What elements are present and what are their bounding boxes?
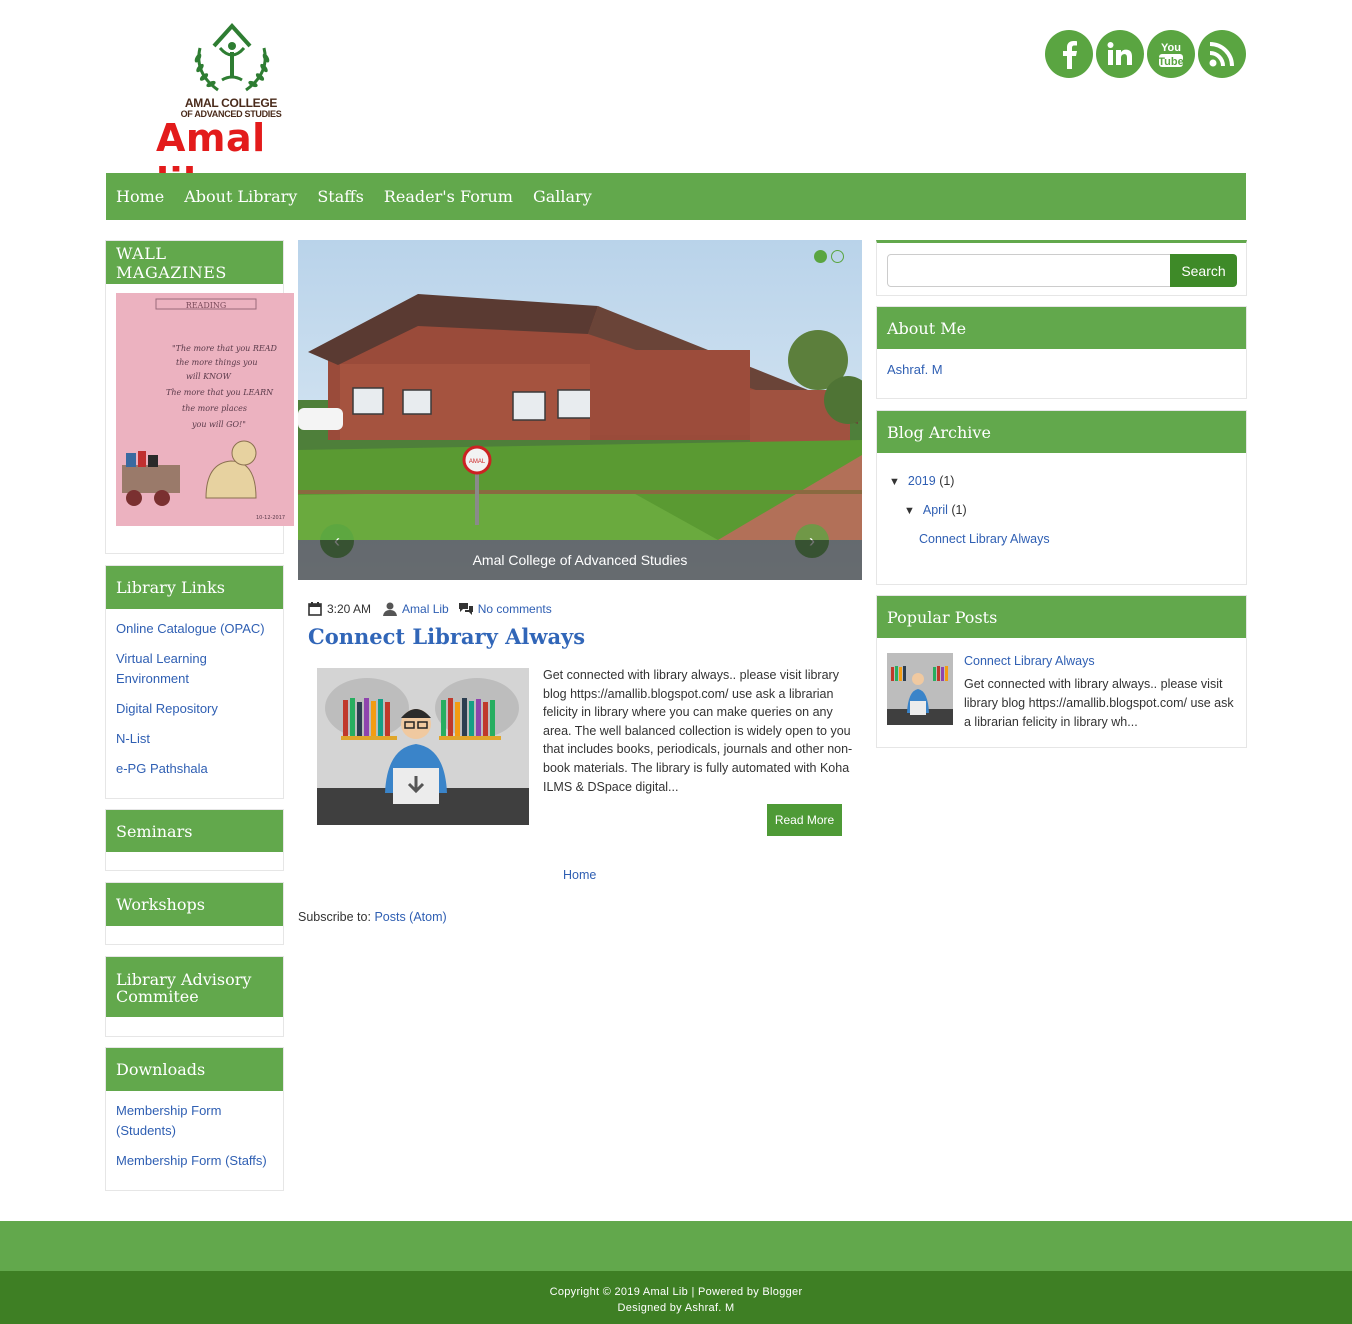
archive-month-link[interactable]: April bbox=[923, 503, 948, 517]
collapse-toggle-icon[interactable]: ▼ bbox=[904, 505, 915, 517]
social-links: You Tube bbox=[1045, 30, 1246, 78]
library-illustration bbox=[887, 653, 953, 725]
svg-text:You: You bbox=[1161, 42, 1181, 54]
svg-text:Tube: Tube bbox=[1158, 56, 1183, 68]
archive-year-row: ▼ 2019 (1) bbox=[889, 467, 1234, 496]
widget-title: Library Advisory Commitee bbox=[106, 957, 283, 1017]
subscribe-line: Subscribe to: Posts (Atom) bbox=[298, 910, 447, 924]
archive-month-row: ▼ April (1) bbox=[889, 496, 1234, 525]
nav-home[interactable]: Home bbox=[116, 187, 164, 206]
downloads-widget: Downloads Membership Form (Students) Mem… bbox=[105, 1047, 284, 1191]
popular-posts-widget: Popular Posts Connect Library Always Get… bbox=[876, 595, 1247, 748]
nav-gallary[interactable]: Gallary bbox=[533, 187, 592, 206]
widget-title: Blog Archive bbox=[877, 411, 1246, 453]
footer-designer: Designed by Ashraf. M bbox=[617, 1302, 735, 1314]
signboard-text: AMAL bbox=[469, 459, 486, 465]
popular-post-thumbnail[interactable] bbox=[887, 653, 953, 725]
about-me-widget: About Me Ashraf. M bbox=[876, 306, 1247, 399]
rss-button[interactable] bbox=[1198, 30, 1246, 78]
library-links-widget: Library Links Online Catalogue (OPAC) Vi… bbox=[105, 565, 284, 799]
archive-year-link[interactable]: 2019 bbox=[908, 474, 936, 488]
facebook-button[interactable] bbox=[1045, 30, 1093, 78]
poster-illustration: READING "The more that you READ the more… bbox=[116, 293, 294, 526]
slider-caption: Amal College of Advanced Studies bbox=[298, 540, 862, 580]
comments-icon bbox=[458, 603, 473, 615]
poster-line: the more places bbox=[182, 404, 247, 413]
college-building-photo: AMAL bbox=[298, 240, 862, 580]
slider-dots bbox=[814, 250, 844, 263]
library-illustration bbox=[317, 668, 529, 825]
main-nav: Home About Library Staffs Reader's Forum… bbox=[106, 173, 1246, 220]
search-widget: Search bbox=[876, 240, 1247, 296]
nav-about-library[interactable]: About Library bbox=[184, 187, 297, 206]
post-meta: 3:20 AM Amal Lib No comments bbox=[308, 602, 552, 616]
post-author-link[interactable]: Amal Lib bbox=[402, 602, 449, 616]
poster-line: the more things you bbox=[176, 358, 257, 367]
home-link[interactable]: Home bbox=[563, 868, 596, 882]
advisory-widget: Library Advisory Commitee bbox=[105, 956, 284, 1037]
popular-post-snippet: Get connected with library always.. plea… bbox=[964, 677, 1234, 729]
archive-post-link[interactable]: Connect Library Always bbox=[919, 532, 1050, 546]
slide-dot-2[interactable] bbox=[831, 250, 844, 263]
seminars-widget: Seminars bbox=[105, 809, 284, 871]
poster-line: will KNOW bbox=[186, 372, 232, 381]
linkedin-button[interactable] bbox=[1096, 30, 1144, 78]
nav-readers-forum[interactable]: Reader's Forum bbox=[384, 187, 513, 206]
image-slider[interactable]: AMAL ‹ › Amal College of Advanced Studie… bbox=[298, 240, 862, 580]
college-emblem-icon bbox=[194, 23, 270, 92]
post-excerpt: Get connected with library always.. plea… bbox=[543, 668, 853, 794]
search-button[interactable]: Search bbox=[1170, 254, 1237, 287]
poster-line: "The more that you READ bbox=[172, 344, 278, 353]
linkedin-icon bbox=[1107, 42, 1132, 65]
about-me-name-link[interactable]: Ashraf. M bbox=[887, 362, 943, 377]
widget-title: Seminars bbox=[106, 810, 283, 852]
facebook-icon bbox=[1063, 41, 1077, 69]
footer: Copyright © 2019 Amal Lib | Powered by B… bbox=[0, 1271, 1352, 1324]
calendar-icon bbox=[308, 602, 322, 616]
svg-text:10-12-2017: 10-12-2017 bbox=[256, 515, 285, 521]
youtube-icon: You Tube bbox=[1158, 42, 1183, 68]
widget-title: Downloads bbox=[106, 1048, 283, 1091]
post-time: 3:20 AM bbox=[327, 602, 372, 616]
post-thumbnail[interactable] bbox=[317, 668, 529, 825]
poster-line: you will GO!" bbox=[191, 420, 246, 429]
link-n-list[interactable]: N-List bbox=[116, 729, 273, 749]
widget-title: About Me bbox=[877, 307, 1246, 349]
widget-title: Library Links bbox=[106, 566, 283, 609]
link-epg-pathshala[interactable]: e-PG Pathshala bbox=[116, 759, 273, 779]
collapse-toggle-icon[interactable]: ▼ bbox=[889, 476, 900, 488]
footer-copyright: Copyright © 2019 Amal Lib | Powered by B… bbox=[549, 1286, 803, 1298]
poster-line: The more that you LEARN bbox=[166, 388, 274, 397]
popular-post-title-link[interactable]: Connect Library Always bbox=[964, 654, 1095, 668]
read-more-button[interactable]: Read More bbox=[767, 804, 842, 836]
youtube-button[interactable]: You Tube bbox=[1147, 30, 1195, 78]
widget-title: Workshops bbox=[106, 883, 283, 926]
site-logo[interactable]: AMAL COLLEGE OF ADVANCED STUDIES Amal li… bbox=[150, 16, 320, 204]
archive-year-count: (1) bbox=[939, 474, 955, 488]
search-input[interactable] bbox=[887, 254, 1171, 287]
link-membership-staffs[interactable]: Membership Form (Staffs) bbox=[116, 1151, 273, 1171]
rss-icon bbox=[1209, 42, 1234, 67]
slide-dot-1[interactable] bbox=[814, 250, 827, 263]
post-comments-link[interactable]: No comments bbox=[478, 602, 552, 616]
link-digital-repository[interactable]: Digital Repository bbox=[116, 699, 273, 719]
poster-heading: READING bbox=[186, 301, 227, 310]
blog-archive-widget: Blog Archive ▼ 2019 (1) ▼ April (1) Connec… bbox=[876, 410, 1247, 585]
wall-magazines-widget: WALL MAGAZINES READING "The more that yo… bbox=[105, 240, 294, 554]
link-virtual-learning[interactable]: Virtual Learning Environment bbox=[116, 649, 236, 689]
link-opac[interactable]: Online Catalogue (OPAC) bbox=[116, 619, 273, 639]
archive-month-count: (1) bbox=[951, 503, 967, 517]
subscribe-label: Subscribe to: bbox=[298, 910, 375, 924]
footer-top-band bbox=[0, 1221, 1352, 1271]
nav-staffs[interactable]: Staffs bbox=[317, 187, 364, 206]
user-icon bbox=[383, 602, 398, 616]
wall-magazine-image[interactable]: READING "The more that you READ the more… bbox=[116, 293, 294, 526]
workshops-widget: Workshops bbox=[105, 882, 284, 945]
post-title-link[interactable]: Connect Library Always bbox=[308, 624, 585, 649]
subscribe-atom-link[interactable]: Posts (Atom) bbox=[374, 910, 446, 924]
link-membership-students[interactable]: Membership Form (Students) bbox=[116, 1101, 246, 1141]
widget-title: Popular Posts bbox=[877, 596, 1246, 638]
widget-title: WALL MAGAZINES bbox=[106, 241, 283, 284]
